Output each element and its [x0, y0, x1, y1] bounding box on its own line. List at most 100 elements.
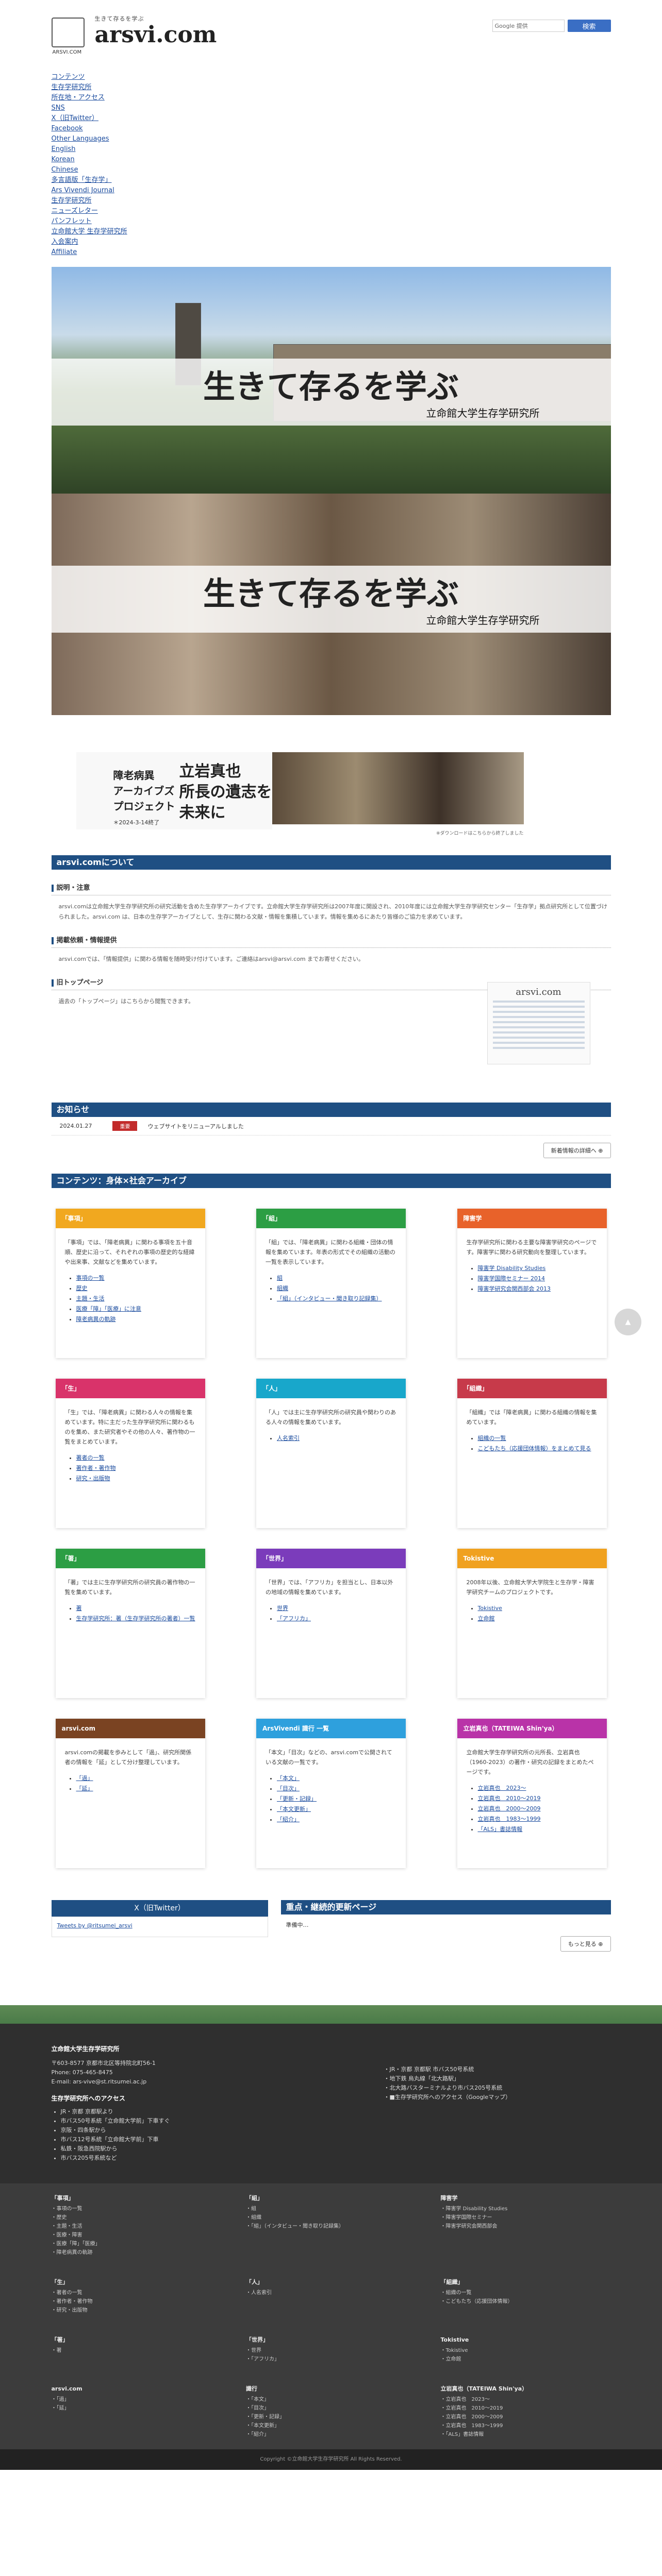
card-heading[interactable]: 「組」: [256, 1209, 406, 1228]
card-link[interactable]: 組: [277, 1275, 283, 1281]
footer-sitemap-link[interactable]: ・著作者・著作物: [52, 2297, 222, 2306]
site-logo[interactable]: 生きて存るを学ぶ arsvi.com ARSVI.COM: [51, 14, 217, 56]
card-heading[interactable]: 立岩真也（TATEIWA Shin'ya）: [457, 1719, 607, 1738]
card-heading[interactable]: 「生」: [55, 1379, 205, 1398]
nav-link[interactable]: English: [52, 145, 76, 153]
card-link[interactable]: 研究・出版物: [76, 1475, 110, 1482]
nav-link[interactable]: 多言語版「生存学」: [52, 176, 112, 184]
footer-sitemap-link[interactable]: ・歴史: [52, 2213, 222, 2222]
card-link[interactable]: 障害学 Disability Studies: [478, 1265, 546, 1272]
twitter-embed[interactable]: Tweets by @ritsumei_arsvi: [51, 1917, 268, 1937]
footer-sitemap-link[interactable]: ・障害学国際セミナー: [441, 2213, 611, 2222]
nav-link[interactable]: パンフレット: [52, 217, 92, 225]
footer-sitemap-link[interactable]: ・「延」: [52, 2404, 222, 2413]
card-heading[interactable]: arsvi.com: [55, 1719, 205, 1738]
nav-link[interactable]: Facebook: [52, 125, 83, 132]
footer-sitemap-link[interactable]: ・人名索引: [246, 2289, 416, 2297]
footer-sitemap-heading[interactable]: 障害学: [441, 2194, 611, 2202]
card-link[interactable]: 立岩真也 2000～2009: [478, 1805, 541, 1812]
footer-sitemap-link[interactable]: ・「アフリカ」: [246, 2355, 416, 2364]
footer-sitemap-link[interactable]: ・立命館: [441, 2355, 611, 2364]
nav-link[interactable]: Other Languages: [52, 135, 109, 143]
card-heading[interactable]: 「世界」: [256, 1549, 406, 1568]
footer-sitemap-heading[interactable]: 「組織」: [441, 2278, 611, 2286]
footer-sitemap-link[interactable]: ・Tokistive: [441, 2346, 611, 2355]
card-link[interactable]: 障害学研究会関西部会 2013: [478, 1285, 551, 1292]
card-link[interactable]: 組織: [277, 1285, 288, 1292]
card-link[interactable]: 事項の一覧: [76, 1275, 105, 1281]
card-heading[interactable]: 「事項」: [55, 1209, 205, 1228]
news-row[interactable]: 2024.01.27 重要 ウェブサイトをリニューアルしました: [51, 1117, 611, 1136]
footer-sitemap-link[interactable]: ・組織: [246, 2213, 416, 2222]
footer-sitemap-link[interactable]: ・「紹介」: [246, 2430, 416, 2439]
footer-sitemap-heading[interactable]: 「組」: [246, 2194, 416, 2202]
card-link[interactable]: 立岩真也 2010～2019: [478, 1795, 541, 1802]
card-link[interactable]: 「組」（インタビュー・聞き取り記録集）: [277, 1295, 382, 1302]
card-link[interactable]: 「延」: [76, 1785, 93, 1792]
card-link[interactable]: 著作者・著作物: [76, 1465, 116, 1471]
footer-sitemap-heading[interactable]: 「世界」: [246, 2335, 416, 2344]
nav-link[interactable]: Korean: [52, 156, 75, 163]
archives-banner[interactable]: 障老病異 アーカイブズ プロジェクト 立岩真也 所長の遺志を 未来に ＊2024…: [76, 752, 524, 836]
footer-sitemap-link[interactable]: ・世界: [246, 2346, 416, 2355]
footer-sitemap-link[interactable]: ・「本文更新」: [246, 2421, 416, 2430]
footer-sitemap-link[interactable]: ・障害学 Disability Studies: [441, 2205, 611, 2213]
footer-sitemap-link[interactable]: ・医療「障」「医療」: [52, 2240, 222, 2248]
card-link[interactable]: 「ALS」書誌情報: [478, 1826, 523, 1833]
footer-sitemap-link[interactable]: ・著者の一覧: [52, 2289, 222, 2297]
nav-link[interactable]: X（旧Twitter）: [52, 114, 98, 122]
footer-sitemap-link[interactable]: ・立岩真也 2023～: [441, 2395, 611, 2404]
footer-sitemap-link[interactable]: ・医療・障害: [52, 2231, 222, 2240]
nav-link[interactable]: ニューズレター: [52, 207, 98, 215]
footer-sitemap-link[interactable]: ・障害学研究会関西部会: [441, 2222, 611, 2231]
footer-sitemap-link[interactable]: ・「過」: [52, 2395, 222, 2404]
footer-sitemap-link[interactable]: ・事項の一覧: [52, 2205, 222, 2213]
nav-link[interactable]: Affiliate: [52, 248, 77, 256]
card-link[interactable]: 「本文更新」: [277, 1806, 311, 1812]
footer-sitemap-link[interactable]: ・組: [246, 2205, 416, 2213]
footer-sitemap-link[interactable]: ・研究・出版物: [52, 2306, 222, 2315]
card-link[interactable]: 歴史: [76, 1285, 88, 1292]
nav-link[interactable]: 入会案内: [52, 238, 78, 246]
card-link[interactable]: 「過」: [76, 1775, 93, 1782]
footer-sitemap-link[interactable]: ・主題・生活: [52, 2222, 222, 2231]
footer-sitemap-link[interactable]: ・組織の一覧: [441, 2289, 611, 2297]
footer-sitemap-link[interactable]: ・こどもたち（応援団体情報）: [441, 2297, 611, 2306]
card-link[interactable]: 世界: [277, 1605, 288, 1612]
card-heading[interactable]: 障害学: [457, 1209, 607, 1228]
card-link[interactable]: 「紹介」: [277, 1816, 300, 1823]
footer-sitemap-link[interactable]: ・障老病異の軌跡: [52, 2248, 222, 2257]
updates-more-button[interactable]: もっと見る ⊕: [560, 1936, 611, 1952]
card-link[interactable]: 「更新・記録」: [277, 1795, 317, 1802]
search-input[interactable]: Google 提供: [492, 20, 565, 32]
footer-sitemap-link[interactable]: ・「更新・記録」: [246, 2413, 416, 2421]
search-button[interactable]: 検索: [567, 20, 611, 32]
card-link[interactable]: 「目次」: [277, 1785, 300, 1792]
footer-sitemap-heading[interactable]: 「著」: [52, 2335, 222, 2344]
card-link[interactable]: 「アフリカ」: [277, 1615, 311, 1622]
card-link[interactable]: 立岩真也 2023～: [478, 1785, 526, 1791]
nav-link[interactable]: 生存学研究所: [52, 83, 92, 91]
card-link[interactable]: 人名索引: [277, 1435, 300, 1442]
nav-link[interactable]: Ars Vivendi Journal: [52, 187, 114, 194]
card-link[interactable]: 組織の一覧: [478, 1435, 506, 1442]
twitter-link[interactable]: Tweets by @ritsumei_arsvi: [57, 1922, 133, 1929]
nav-link[interactable]: Chinese: [52, 166, 78, 174]
footer-sitemap-link[interactable]: ・「ALS」書誌情報: [441, 2430, 611, 2439]
card-link[interactable]: 障害学国際セミナー 2014: [478, 1275, 545, 1282]
card-link[interactable]: Tokistive: [478, 1605, 502, 1612]
card-link[interactable]: 主題・生活: [76, 1295, 105, 1302]
card-link[interactable]: 生存学研究所：著（生存学研究所の著者）一覧: [76, 1615, 195, 1622]
nav-link[interactable]: コンテンツ: [52, 73, 85, 81]
footer-sitemap-link[interactable]: ・著: [52, 2346, 222, 2355]
card-link[interactable]: こどもたち（応援団体情報）をまとめて見る: [478, 1445, 591, 1452]
card-link[interactable]: 医療「障」「医療」に注意: [76, 1306, 142, 1312]
nav-link[interactable]: 立命館大学 生存学研究所: [52, 228, 127, 235]
footer-sitemap-heading[interactable]: arsvi.com: [52, 2384, 222, 2393]
footer-sitemap-link[interactable]: ・「目次」: [246, 2404, 416, 2413]
card-link[interactable]: 「本文」: [277, 1775, 300, 1782]
footer-sitemap-link[interactable]: ・「組」（インタビュー・聞き取り記録集）: [246, 2222, 416, 2231]
card-heading[interactable]: ArsVivendi 識行 一覧: [256, 1719, 406, 1738]
footer-sitemap-link[interactable]: ・立岩真也 2010～2019: [441, 2404, 611, 2413]
footer-sitemap-heading[interactable]: Tokistive: [441, 2335, 611, 2344]
